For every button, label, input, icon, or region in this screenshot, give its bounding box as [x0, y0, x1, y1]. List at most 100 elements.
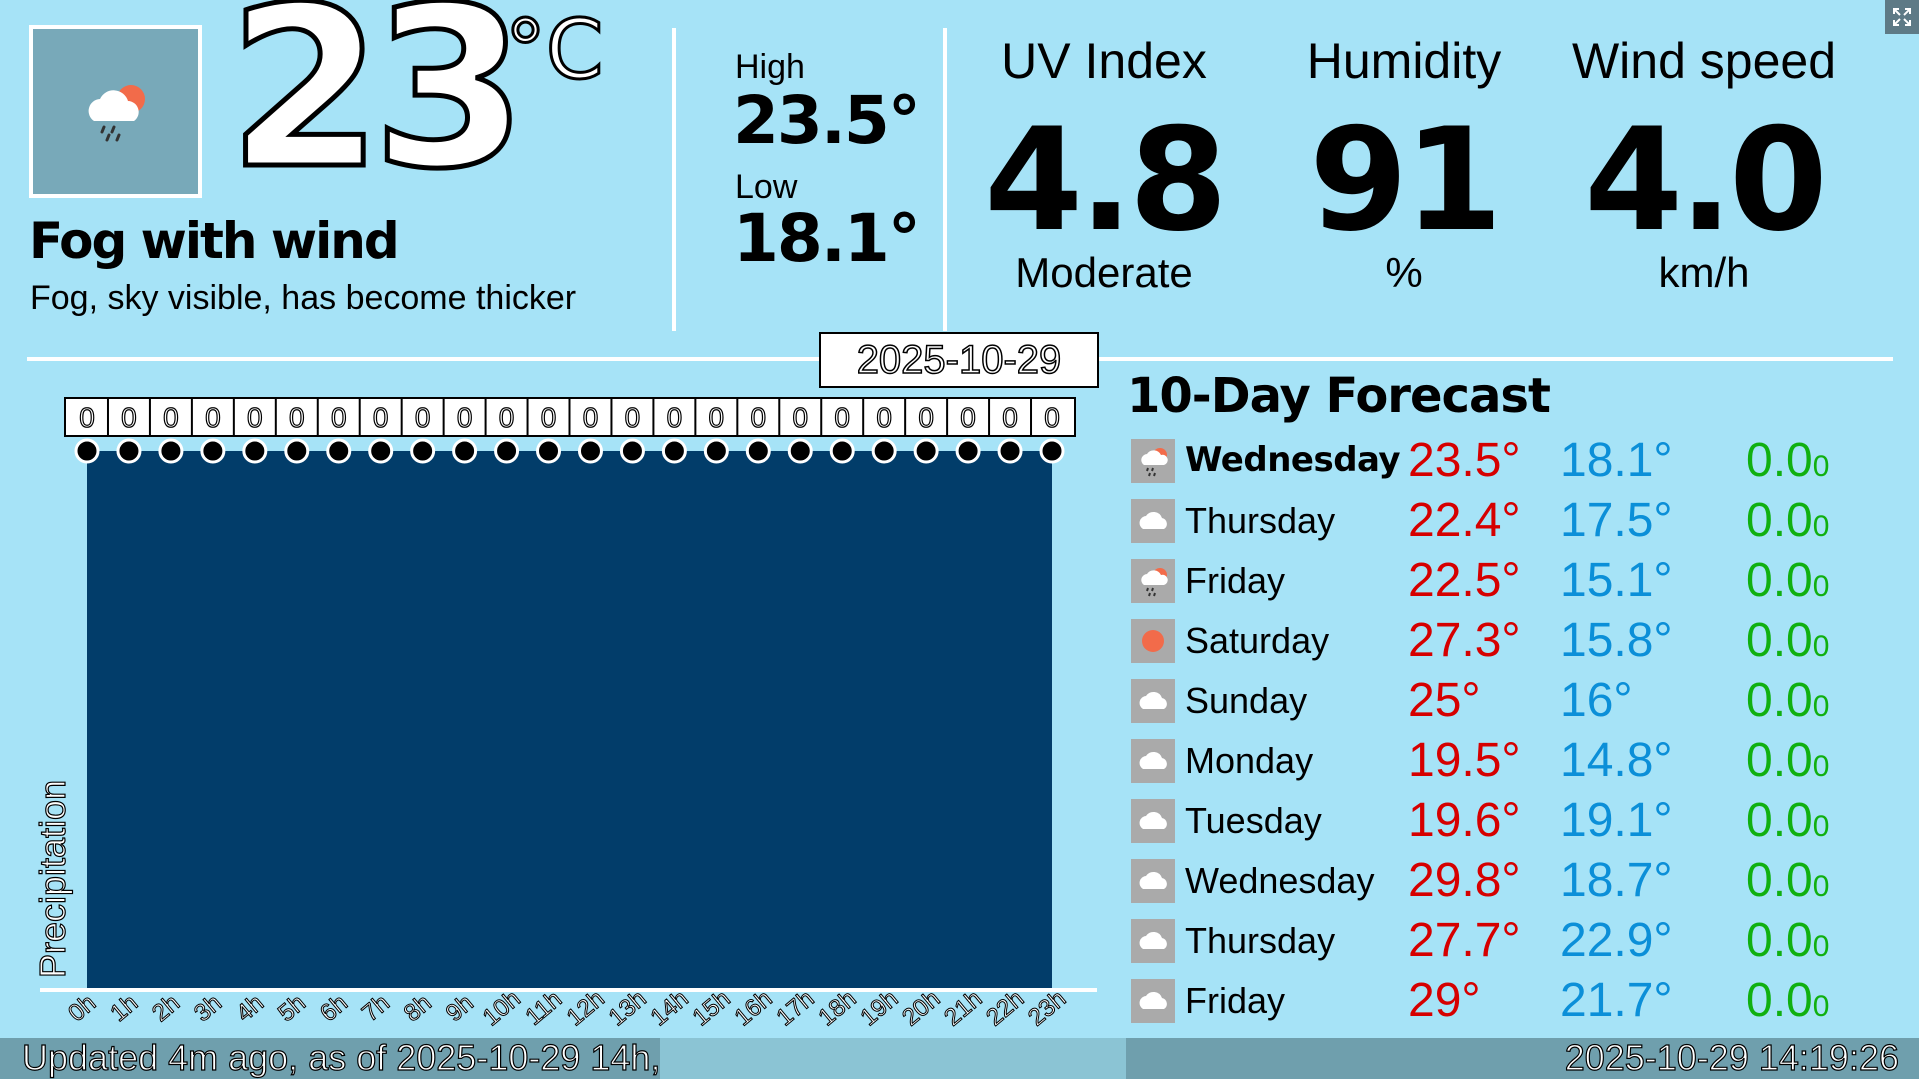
forecast-row: Thursday 27.7° 22.9° 0.00 — [1131, 914, 1891, 967]
data-label: 0 — [541, 402, 557, 433]
x-tick-label: 11h — [520, 986, 567, 1031]
humidity-unit: % — [1385, 249, 1423, 296]
forecast-day: Saturday — [1185, 620, 1330, 661]
data-label: 0 — [205, 402, 221, 433]
forecast-precip: 0.00 — [1746, 617, 1829, 665]
x-tick-label: 12h — [562, 985, 610, 1031]
forecast-precip-unit: 0 — [1812, 570, 1830, 603]
data-point — [661, 438, 687, 464]
forecast-high: 23.5° — [1408, 434, 1521, 487]
cloud-rain-sun-icon — [1141, 568, 1168, 597]
wind-speed-label: Wind speed — [1571, 33, 1837, 89]
data-label: 0 — [960, 402, 976, 433]
forecast-icon-box — [1131, 919, 1175, 963]
forecast-precip: 0.00 — [1746, 857, 1829, 905]
humidity-value: 91 — [1309, 98, 1503, 263]
forecast-precip: 0.00 — [1746, 437, 1829, 485]
wind-speed-value: 4.0 — [1584, 98, 1828, 263]
forecast-precip-value: 0.0 — [1746, 434, 1813, 487]
forecast-day: Monday — [1185, 740, 1314, 781]
forecast-day: Wednesday — [1185, 860, 1375, 901]
forecast-precip-value: 0.0 — [1746, 914, 1813, 967]
cloud-icon — [1139, 811, 1167, 829]
forecast-low: 15.8° — [1560, 614, 1673, 667]
forecast-high: 22.5° — [1408, 554, 1521, 607]
data-label: 0 — [918, 402, 934, 433]
data-point — [619, 438, 645, 464]
forecast-high: 29.8° — [1408, 854, 1521, 907]
data-label: 0 — [625, 402, 641, 433]
x-tick-label: 13h — [604, 985, 652, 1031]
data-label: 0 — [247, 402, 263, 433]
forecast-row: Friday 22.5° 15.1° 0.00 — [1131, 554, 1891, 607]
data-point — [494, 438, 520, 464]
forecast-high: 27.3° — [1408, 614, 1521, 667]
cloud-rain-sun-icon — [1141, 448, 1168, 477]
forecast-row: Wednesday 29.8° 18.7° 0.00 — [1131, 854, 1891, 907]
cloud-icon — [1139, 511, 1167, 529]
data-point — [158, 438, 184, 464]
forecast-low: 18.7° — [1560, 854, 1673, 907]
forecast-precip-unit: 0 — [1812, 810, 1830, 843]
forecast-high: 19.6° — [1408, 794, 1521, 847]
forecast-icon-box — [1131, 499, 1175, 543]
data-point — [997, 438, 1023, 464]
x-tick-label: 2h — [147, 989, 185, 1027]
x-tick-label: 16h — [729, 985, 777, 1031]
x-tick-label: 8h — [399, 989, 437, 1027]
data-label: 0 — [163, 402, 179, 433]
data-point — [368, 438, 394, 464]
data-label: 0 — [289, 402, 305, 433]
forecast-precip: 0.00 — [1746, 677, 1829, 725]
data-point — [284, 438, 310, 464]
data-point — [829, 438, 855, 464]
x-tick-label: 20h — [897, 985, 945, 1031]
humidity-label: Humidity — [1306, 33, 1502, 89]
cloud-icon — [1139, 871, 1167, 889]
forecast-icon-box — [1131, 619, 1175, 663]
x-tick-label: 21h — [939, 985, 987, 1031]
forecast-row: Tuesday 19.6° 19.1° 0.00 — [1131, 794, 1891, 847]
data-point — [955, 438, 981, 464]
forecast-high: 19.5° — [1408, 734, 1521, 787]
forecast-precip-unit: 0 — [1812, 930, 1830, 963]
x-tick-label: 18h — [813, 985, 861, 1031]
data-label: 0 — [415, 402, 431, 433]
x-tick-label: 9h — [441, 989, 479, 1027]
data-label: 0 — [876, 402, 892, 433]
forecast-low: 19.1° — [1560, 794, 1673, 847]
data-label: 0 — [583, 402, 599, 433]
data-point — [536, 438, 562, 464]
x-tick-label: 19h — [855, 985, 903, 1031]
forecast-row: Thursday 22.4° 17.5° 0.00 — [1131, 497, 1891, 545]
updated-status: Updated 4m ago, as of 2025-10-29 14h, — [21, 1037, 661, 1078]
x-tick-label: 10h — [478, 985, 526, 1031]
x-tick-label: 14h — [646, 985, 694, 1031]
data-label: 0 — [1002, 402, 1018, 433]
chart-x-axis — [40, 988, 1097, 992]
data-label: 0 — [792, 402, 808, 433]
x-tick-label: 15h — [688, 985, 736, 1031]
forecast-high: 25° — [1408, 674, 1481, 727]
forecast-day: Tuesday — [1185, 800, 1322, 841]
expand-icon — [1893, 8, 1911, 26]
forecast-low: 16° — [1560, 674, 1633, 727]
chart-plot-area — [87, 451, 1052, 988]
data-point — [871, 438, 897, 464]
data-label: 0 — [373, 402, 389, 433]
forecast-precip: 0.00 — [1746, 557, 1829, 605]
forecast-precip-value: 0.0 — [1746, 674, 1813, 727]
data-point — [787, 438, 813, 464]
data-label: 0 — [709, 402, 725, 433]
x-tick-label: 23h — [1023, 985, 1071, 1031]
fullscreen-button[interactable] — [1885, 0, 1919, 34]
forecast-icon-box — [1131, 739, 1175, 783]
forecast-icon-box — [1131, 799, 1175, 843]
data-point — [116, 438, 142, 464]
x-tick-label: 7h — [357, 989, 395, 1027]
forecast-high: 27.7° — [1408, 914, 1521, 967]
forecast-icon-box — [1131, 559, 1175, 603]
forecast-day: Wednesday — [1185, 440, 1401, 480]
forecast-low: 22.9° — [1560, 914, 1673, 967]
forecast-low: 15.1° — [1560, 554, 1673, 607]
